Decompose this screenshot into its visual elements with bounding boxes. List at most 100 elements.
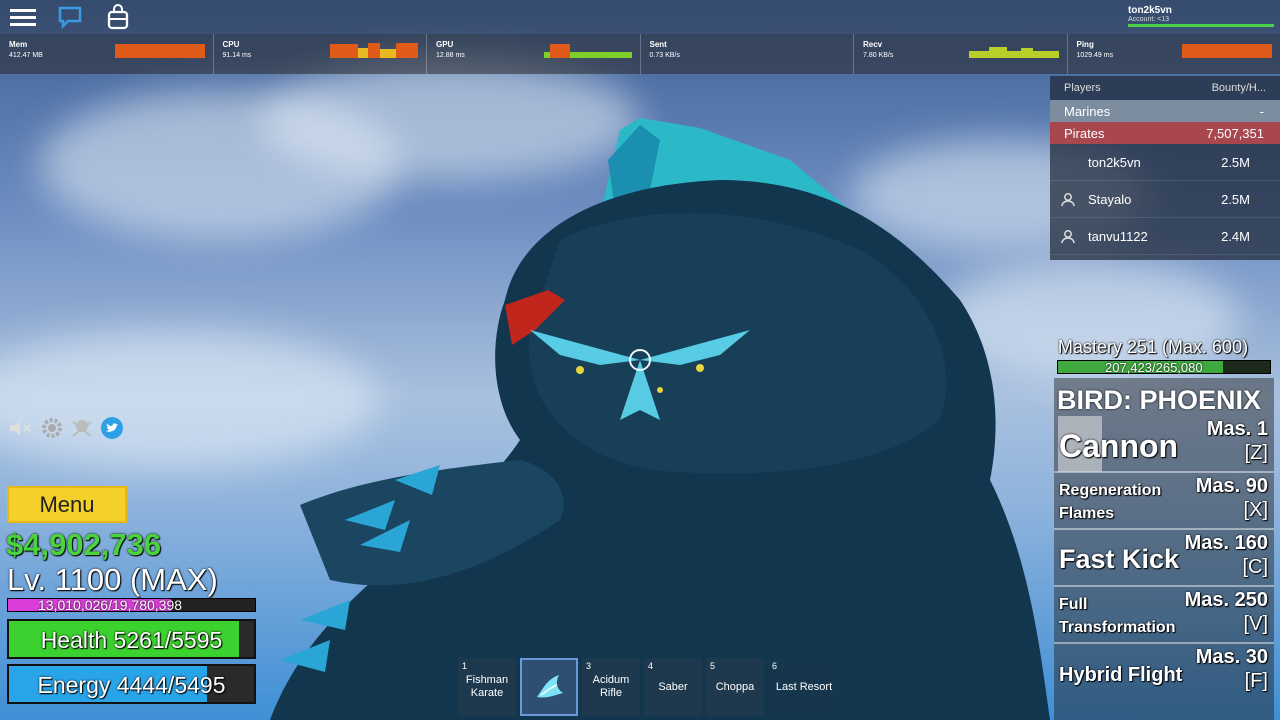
stat-graph [330,43,418,58]
stat-graph [543,44,632,58]
skill-key: [C] [1242,556,1268,578]
hotbar-slot-5[interactable]: 5 Choppa [706,658,764,716]
account-name: ton2k5vn [1128,5,1172,16]
stat-value: 0.73 KB/s [649,52,680,59]
performance-stats: Mem 412.47 MB CPU 91.14 ms GPU 12.88 ms … [0,34,1280,74]
health-bar: Health 5261/5595 [7,619,256,659]
hotbar-slot-6[interactable]: 6 Last Resort [768,658,840,716]
skill-mastery: Mas. 160 [1184,532,1268,554]
skill-z[interactable]: Cannon Mas. 1 [Z] [1054,416,1274,473]
player-name: tanvu1122 [1088,228,1148,244]
hamburger-menu-icon[interactable] [9,4,37,30]
skill-f[interactable]: Hybrid Flight Mas. 30 [F] [1054,644,1274,701]
player-bounty: 2.4M [1221,228,1250,244]
mute-icon[interactable] [8,417,34,439]
hotbar: 1 Fishman Karate 3 Acidum Rifle 4 Saber … [458,658,840,716]
skill-v[interactable]: Full Transformation Mas. 250 [V] [1054,587,1274,644]
team-pirates[interactable]: Pirates 7,507,351 [1050,122,1280,144]
skill-name: Fast Kick [1059,544,1180,574]
stat-ping: Ping 1029.49 ms [1068,34,1280,74]
account-info: ton2k5vn Account: <13 [1128,5,1274,27]
skill-name: Hybrid Flight [1059,664,1183,686]
health-text: Health 5261/5595 [40,627,223,653]
crew-skull-icon[interactable] [70,416,94,440]
xp-bar: 13,010,026/19,780,398 [7,597,256,613]
hotbar-slot-3[interactable]: 3 Acidum Rifle [582,658,640,716]
stat-label: Sent [649,40,667,49]
energy-text: Energy 4444/5495 [37,672,226,698]
team-marines[interactable]: Marines - [1050,100,1280,122]
skill-mastery: Mas. 250 [1184,589,1268,611]
skill-name: Regeneration Flames [1059,482,1162,522]
xp-text: 13,010,026/19,780,398 [38,597,183,613]
player-row[interactable]: tanvu1122 2.4M [1050,218,1280,255]
player-bounty: 2.5M [1221,191,1250,207]
slot-number: 5 [710,661,716,671]
skill-key: [Z] [1244,442,1268,464]
account-sub: Account: <13 [1128,16,1170,23]
skill-key: [F] [1244,670,1268,692]
slot-number: 4 [648,661,654,671]
settings-gear-icon[interactable] [40,416,64,440]
spike [300,600,350,630]
hotbar-slot-4[interactable]: 4 Saber [644,658,702,716]
stat-cpu: CPU 91.14 ms [214,34,427,74]
side-buttons [8,416,124,440]
skill-key: [V] [1243,613,1268,635]
slot-number: 6 [772,661,778,671]
skills-panel: BIRD: PHOENIX Cannon Mas. 1 [Z] Regenera… [1054,378,1274,720]
player-bounty: 2.5M [1221,154,1250,170]
energy-bar: Energy 4444/5495 [7,664,256,704]
player-list-header: Players Bounty/H... [1050,76,1280,100]
account-bar [1128,24,1274,27]
phoenix-fruit-icon [537,675,563,698]
slot-number: 1 [462,661,468,671]
skill-mastery: Mas. 30 [1195,646,1268,668]
team-value: 7,507,351 [1206,125,1264,141]
top-bar: ton2k5vn Account: <13 [0,0,1280,34]
skill-x[interactable]: Regeneration Flames Mas. 90 [X] [1054,473,1274,530]
players-column-header: Players [1064,82,1101,94]
player-row[interactable]: ton2k5vn 2.5M [1050,144,1280,181]
team-value: - [1259,103,1264,119]
skill-mastery: Mas. 90 [1195,475,1268,497]
stat-recv: Recv 7.80 KB/s [854,34,1068,74]
stat-sent: Sent 0.73 KB/s [641,34,854,74]
skill-name: Full Transformation [1059,596,1176,636]
slot-label: Acidum Rifle [592,674,630,699]
slot-label: Saber [658,680,688,693]
slot-number: 3 [586,661,592,671]
friend-icon [1061,230,1075,244]
skill-mastery: Mas. 1 [1206,418,1268,440]
player-row[interactable]: Stayalo 2.5M [1050,181,1280,218]
stat-mem: Mem 412.47 MB [0,34,214,74]
level-display: Lv. 1100 (MAX) [7,562,218,597]
stat-graph [1182,44,1272,58]
team-name: Marines [1064,103,1111,119]
stat-graph [968,47,1059,58]
slot-label: Fishman Karate [465,674,509,699]
skill-name: Cannon [1059,428,1179,464]
slot-label: Choppa [715,680,755,693]
backpack-icon[interactable] [104,4,132,30]
player-name: ton2k5vn [1088,154,1141,170]
bounty-column-header: Bounty/H... [1211,82,1266,94]
menu-button[interactable]: Menu [7,486,127,523]
twitter-icon[interactable] [100,416,124,440]
player-name: Stayalo [1088,191,1132,207]
mastery-bar: 207,423/265,080 [1057,360,1271,375]
fruit-name: BIRD: PHOENIX [1057,385,1262,415]
player-list: Players Bounty/H... Marines - Pirates 7,… [1050,76,1280,260]
slot-label: Last Resort [775,680,833,693]
friend-icon [1061,193,1075,207]
skill-c[interactable]: Fast Kick Mas. 160 [C] [1054,530,1274,587]
mastery-title: Mastery 251 (Max. 600) [1058,337,1249,357]
mastery-progress: 207,423/265,080 [1105,360,1203,375]
stat-graph [114,44,205,58]
stat-gpu: GPU 12.88 ms [427,34,641,74]
team-name: Pirates [1064,125,1105,141]
hotbar-slot-2[interactable] [520,658,578,716]
hotbar-slot-1[interactable]: 1 Fishman Karate [458,658,516,716]
money-display: $4,902,736 [6,527,162,562]
chat-icon[interactable] [56,4,84,30]
